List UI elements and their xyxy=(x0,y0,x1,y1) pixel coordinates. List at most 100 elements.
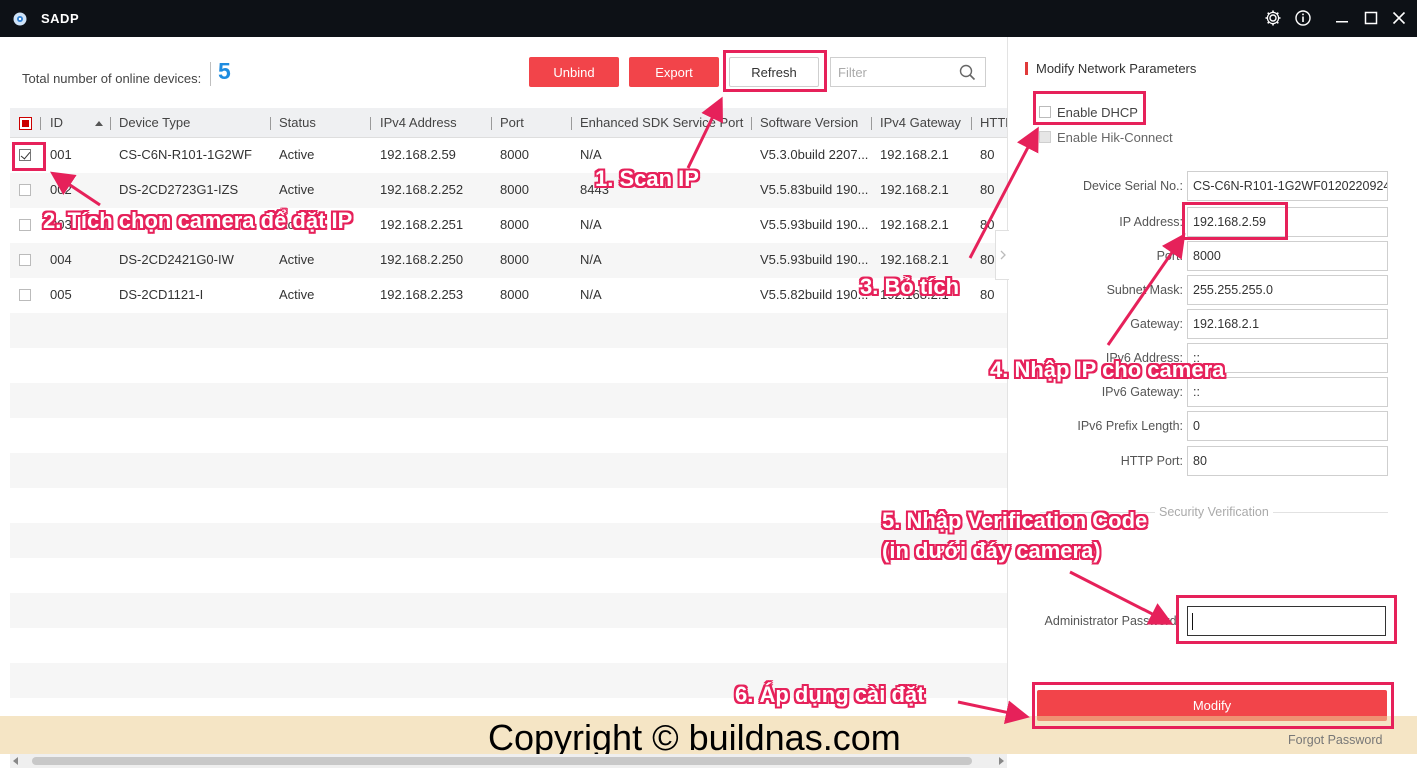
select-all-checkbox[interactable] xyxy=(19,117,32,130)
empty-row xyxy=(10,453,1007,488)
scrollbar-thumb[interactable] xyxy=(32,757,972,765)
row-checkbox[interactable] xyxy=(19,149,31,161)
cell-sw: V5.5.93build 190... xyxy=(760,217,869,232)
table-row[interactable]: 003 Active 192.168.2.251 8000 N/A V5.5.93buil… xyxy=(10,208,1007,243)
header-separator xyxy=(370,117,371,130)
cell-id: 004 xyxy=(50,252,72,267)
column-software-version[interactable]: Software Version xyxy=(760,108,858,138)
search-icon[interactable] xyxy=(959,64,976,81)
cell-http: 80 xyxy=(980,182,995,197)
cell-gw: 192.168.2.1 xyxy=(880,147,949,162)
table-row[interactable]: 004 DS-2CD2421G0-IW Active 192.168.2.250 800… xyxy=(10,243,1007,278)
cell-sw: V5.3.0build 2207... xyxy=(760,147,869,162)
column-sdk-port[interactable]: Enhanced SDK Service Port xyxy=(580,108,748,138)
cell-status: Active xyxy=(279,217,315,232)
column-ipv4-address[interactable]: IPv4 Address xyxy=(380,108,457,138)
empty-row xyxy=(10,698,1007,715)
filter-input[interactable]: Filter xyxy=(830,57,986,87)
cell-ip: 192.168.2.251 xyxy=(380,217,464,232)
cell-sw: V5.5.93build 190... xyxy=(760,252,869,267)
row-checkbox[interactable] xyxy=(19,289,31,301)
ipv6-address-input[interactable]: :: xyxy=(1187,343,1388,373)
header-separator xyxy=(40,117,41,130)
info-icon[interactable] xyxy=(1293,8,1313,28)
enable-hik-connect-label[interactable]: Enable Hik-Connect xyxy=(1057,130,1173,145)
cell-gw: 192.168.2.1 xyxy=(880,217,949,232)
subnet-mask-input[interactable]: 255.255.255.0 xyxy=(1187,275,1388,305)
gateway-input[interactable]: 192.168.2.1 xyxy=(1187,309,1388,339)
header-separator xyxy=(491,117,492,130)
scroll-right-icon[interactable] xyxy=(999,757,1004,765)
cell-gw: 192.168.2.1 xyxy=(880,182,949,197)
column-ipv4-gateway[interactable]: IPv4 Gateway xyxy=(880,108,961,138)
device-serial-label: Device Serial No.: xyxy=(1082,179,1183,193)
cell-type: DS-2CD1121-I xyxy=(119,287,204,302)
table-row[interactable]: 001 CS-C6N-R101-1G2WF Active 192.168.2.59 80… xyxy=(10,138,1007,173)
unbind-button[interactable]: Unbind xyxy=(529,57,619,87)
gear-icon[interactable] xyxy=(1263,8,1283,28)
ipv6-address-label: IPv6 Address: xyxy=(1105,351,1183,365)
cell-id: 001 xyxy=(50,147,72,162)
ipv6-gateway-label: IPv6 Gateway: xyxy=(1101,385,1183,399)
sadp-window: SADP Total number of online devices: 5 U… xyxy=(0,0,1417,770)
collapse-panel-handle[interactable] xyxy=(995,230,1009,280)
cell-type xyxy=(119,208,269,243)
row-checkbox[interactable] xyxy=(19,184,31,196)
ipv6-prefix-length-input[interactable]: 0 xyxy=(1187,411,1388,441)
cell-id: 002 xyxy=(50,182,72,197)
cell-port: 8000 xyxy=(500,182,529,197)
column-http-port[interactable]: HTTP Port xyxy=(980,108,1007,138)
chevron-right-icon xyxy=(1000,250,1006,260)
close-icon[interactable] xyxy=(1389,8,1409,28)
http-port-input[interactable]: 80 xyxy=(1187,446,1388,476)
port-input[interactable]: 8000 xyxy=(1187,241,1388,271)
enable-dhcp-checkbox[interactable] xyxy=(1039,106,1051,118)
cell-port: 8000 xyxy=(500,252,529,267)
header-separator xyxy=(110,117,111,130)
table-row[interactable]: 005 DS-2CD1121-I Active 192.168.2.253 8000 N/… xyxy=(10,278,1007,313)
cell-status: Active xyxy=(279,147,315,162)
cell-port: 8000 xyxy=(500,217,529,232)
pane-divider xyxy=(1007,37,1008,717)
export-button[interactable]: Export xyxy=(629,57,719,87)
sort-asc-icon[interactable] xyxy=(95,120,103,126)
scroll-left-icon[interactable] xyxy=(13,757,18,765)
maximize-icon[interactable] xyxy=(1361,8,1381,28)
column-id[interactable]: ID xyxy=(50,108,63,138)
empty-row xyxy=(10,313,1007,348)
count-divider xyxy=(210,62,211,86)
admin-password-input[interactable] xyxy=(1187,606,1386,636)
panel-title: Modify Network Parameters xyxy=(1036,61,1197,76)
enable-dhcp-label[interactable]: Enable DHCP xyxy=(1057,105,1138,120)
admin-password-label: Administrator Password: xyxy=(1044,614,1180,628)
row-checkbox[interactable] xyxy=(19,219,31,231)
cell-ip: 192.168.2.59 xyxy=(380,147,456,162)
column-port[interactable]: Port xyxy=(500,108,524,138)
empty-row xyxy=(10,663,1007,698)
cell-status: Active xyxy=(279,252,315,267)
header-separator xyxy=(571,117,572,130)
section-marker xyxy=(1025,62,1028,75)
column-status[interactable]: Status xyxy=(279,108,316,138)
minimize-icon[interactable] xyxy=(1332,8,1352,28)
empty-row xyxy=(10,418,1007,453)
device-serial-input[interactable]: CS-C6N-R101-1G2WF0120220924 xyxy=(1187,171,1388,201)
cell-sdk: N/A xyxy=(580,287,602,302)
filter-placeholder: Filter xyxy=(838,64,867,80)
cell-http: 80 xyxy=(980,147,995,162)
cell-status: Active xyxy=(279,182,315,197)
cell-id: 005 xyxy=(50,287,72,302)
table-row[interactable]: 002 DS-2CD2723G1-IZS Active 192.168.2.252 80… xyxy=(10,173,1007,208)
ipv6-gateway-input[interactable]: :: xyxy=(1187,377,1388,407)
refresh-button[interactable]: Refresh xyxy=(729,57,819,87)
enable-hik-connect-checkbox[interactable] xyxy=(1039,131,1051,143)
header-separator xyxy=(971,117,972,130)
cell-sdk: N/A xyxy=(580,147,602,162)
horizontal-scrollbar[interactable] xyxy=(10,754,1007,768)
cell-id: 003 xyxy=(50,217,72,232)
row-checkbox[interactable] xyxy=(19,254,31,266)
ip-address-input[interactable]: 192.168.2.59 xyxy=(1187,207,1388,237)
cell-sw: V5.5.83build 190... xyxy=(760,182,869,197)
column-device-type[interactable]: Device Type xyxy=(119,108,190,138)
forgot-password-link[interactable]: Forgot Password xyxy=(1288,733,1382,747)
